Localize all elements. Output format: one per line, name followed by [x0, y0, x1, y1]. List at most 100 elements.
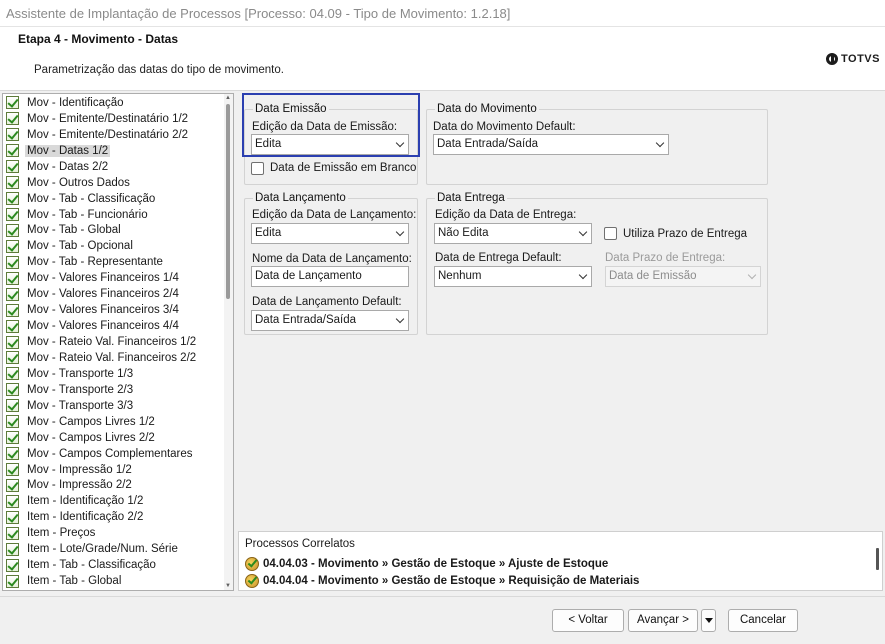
chevron-down-icon [747, 270, 757, 280]
chevron-down-icon [578, 227, 588, 237]
entrega-default-value: Nenhum [438, 270, 482, 282]
checked-icon [6, 351, 19, 365]
tree-item-label: Mov - Transporte 1/3 [27, 367, 134, 380]
tree-item[interactable]: Mov - Valores Financeiros 1/4 [3, 270, 233, 286]
back-button[interactable]: < Voltar [552, 609, 624, 632]
tree-item[interactable]: Mov - Impressão 1/2 [3, 462, 233, 478]
tree-item[interactable]: Mov - Valores Financeiros 2/4 [3, 286, 233, 302]
tree-item[interactable]: Mov - Campos Livres 1/2 [3, 414, 233, 430]
tree-item-label: Mov - Tab - Global [27, 224, 121, 237]
tree-item[interactable]: Mov - Rateio Val. Financeiros 1/2 [3, 334, 233, 350]
tree-item-label: Mov - Emitente/Destinatário 2/2 [27, 128, 189, 141]
tree-item[interactable]: Mov - Outros Dados [3, 175, 233, 191]
checked-icon [6, 367, 19, 381]
tree-item-label: Mov - Transporte 3/3 [27, 399, 134, 412]
tree-item-label: Item - Tab - Global [27, 575, 122, 588]
tree-item[interactable]: Item - Tab - Classificação [3, 557, 233, 573]
step-description: Parametrização das datas do tipo de movi… [34, 64, 284, 76]
process-check-icon [245, 574, 259, 588]
tree-item-label: Mov - Outros Dados [27, 176, 130, 189]
edicao-lancamento-select[interactable]: Edita [251, 223, 409, 244]
tree-item[interactable]: Mov - Tab - Global [3, 223, 233, 239]
data-emissao-branco-label: Data de Emissão em Branco [270, 162, 417, 174]
tree-item[interactable]: Mov - Emitente/Destinatário 1/2 [3, 111, 233, 127]
correlato-item-1[interactable]: 04.04.03 - Movimento » Gestão de Estoque… [245, 557, 608, 571]
correlato-item-2[interactable]: 04.04.04 - Movimento » Gestão de Estoque… [245, 574, 639, 588]
checked-icon [6, 192, 19, 206]
tree-item[interactable]: Mov - Datas 2/2 [3, 159, 233, 175]
nome-lancamento-input[interactable]: Data de Lançamento [251, 266, 409, 287]
checked-icon [6, 526, 19, 540]
tree-item[interactable]: Mov - Transporte 3/3 [3, 398, 233, 414]
tree-item[interactable]: Mov - Transporte 2/3 [3, 382, 233, 398]
data-emissao-branco-checkbox[interactable] [251, 162, 264, 175]
tree-item[interactable]: Mov - Campos Complementares [3, 446, 233, 462]
checked-icon [6, 431, 19, 445]
edicao-entrega-value: Não Edita [438, 227, 489, 239]
tree-item-label: Mov - Datas 2/2 [27, 160, 109, 173]
scroll-down-icon[interactable]: ▼ [225, 583, 231, 589]
window-titlebar: Assistente de Implantação de Processos [… [0, 0, 885, 27]
processos-correlatos-panel: Processos Correlatos 04.04.03 - Moviment… [238, 531, 883, 591]
nome-lancamento-label: Nome da Data de Lançamento: [252, 253, 412, 265]
scroll-up-icon[interactable]: ▲ [225, 95, 231, 101]
lancamento-default-label: Data de Lançamento Default: [252, 296, 402, 308]
tree-item[interactable]: Item - Identificação 1/2 [3, 493, 233, 509]
chevron-down-icon [395, 138, 405, 148]
tree-item[interactable]: Mov - Tab - Funcionário [3, 207, 233, 223]
tree-item[interactable]: Mov - Campos Livres 2/2 [3, 430, 233, 446]
checked-icon [6, 160, 19, 174]
tree-item[interactable]: Item - Preços [3, 525, 233, 541]
next-dropdown-button[interactable] [701, 609, 716, 632]
steps-tree[interactable]: Mov - Identificação Mov - Emitente/Destin… [2, 93, 234, 591]
edicao-entrega-select[interactable]: Não Edita [434, 223, 592, 244]
prazo-data-label: Data Prazo de Entrega: [605, 252, 726, 264]
tree-item-label: Mov - Tab - Funcionário [27, 208, 148, 221]
checked-icon [6, 447, 19, 461]
entrega-default-select[interactable]: Nenhum [434, 266, 592, 287]
scrollbar-thumb[interactable] [226, 104, 230, 299]
tree-item-label: Mov - Valores Financeiros 1/4 [27, 272, 179, 285]
tree-item[interactable]: Item - Lote/Grade/Num. Série [3, 541, 233, 557]
steps-tree-scrollbar[interactable]: ▲ ▼ [224, 94, 233, 590]
next-button[interactable]: Avançar > [628, 609, 698, 632]
tree-item-label: Item - Preços [27, 527, 96, 540]
checked-icon [6, 144, 19, 158]
tree-item-label: Mov - Campos Livres 2/2 [27, 431, 155, 444]
checked-icon [6, 112, 19, 126]
tree-item[interactable]: Item - Tab - Global [3, 573, 233, 589]
prazo-data-select: Data de Emissão [605, 266, 761, 287]
checked-icon [6, 255, 19, 269]
edicao-emissao-select[interactable]: Edita [251, 134, 409, 155]
tree-item[interactable]: Mov - Rateio Val. Financeiros 2/2 [3, 350, 233, 366]
checked-icon [6, 558, 19, 572]
cancel-button[interactable]: Cancelar [728, 609, 798, 632]
tree-item[interactable]: Mov - Tab - Opcional [3, 238, 233, 254]
processos-correlatos-title: Processos Correlatos [245, 538, 355, 550]
nome-lancamento-value: Data de Lançamento [255, 270, 362, 282]
tree-item[interactable]: Item - Identificação 2/2 [3, 509, 233, 525]
tree-item[interactable]: Mov - Identificação [3, 95, 233, 111]
correlatos-scrollbar[interactable] [876, 548, 879, 570]
totvs-logo: TOTVS [826, 53, 880, 65]
totvs-logo-icon [826, 53, 838, 65]
tree-item-label: Mov - Emitente/Destinatário 1/2 [27, 112, 189, 125]
lancamento-default-select[interactable]: Data Entrada/Saída [251, 310, 409, 331]
tree-item[interactable]: Mov - Valores Financeiros 4/4 [3, 318, 233, 334]
utiliza-prazo-checkbox[interactable] [604, 227, 617, 240]
entrega-default-label: Data de Entrega Default: [435, 252, 562, 264]
tree-item[interactable]: Mov - Valores Financeiros 3/4 [3, 302, 233, 318]
tree-item[interactable]: Mov - Tab - Classificação [3, 191, 233, 207]
tree-item-label: Mov - Impressão 2/2 [27, 479, 132, 492]
edicao-emissao-value: Edita [255, 138, 282, 150]
lancamento-default-value: Data Entrada/Saída [255, 314, 357, 326]
movimento-default-select[interactable]: Data Entrada/Saída [433, 134, 669, 155]
tree-item-label: Mov - Campos Complementares [27, 447, 193, 460]
tree-item[interactable]: Mov - Datas 1/2 [3, 143, 233, 159]
tree-item[interactable]: Mov - Tab - Representante [3, 254, 233, 270]
tree-item[interactable]: Mov - Impressão 2/2 [3, 478, 233, 494]
checked-icon [6, 128, 19, 142]
checked-icon [6, 208, 19, 222]
tree-item[interactable]: Mov - Transporte 1/3 [3, 366, 233, 382]
tree-item[interactable]: Mov - Emitente/Destinatário 2/2 [3, 127, 233, 143]
